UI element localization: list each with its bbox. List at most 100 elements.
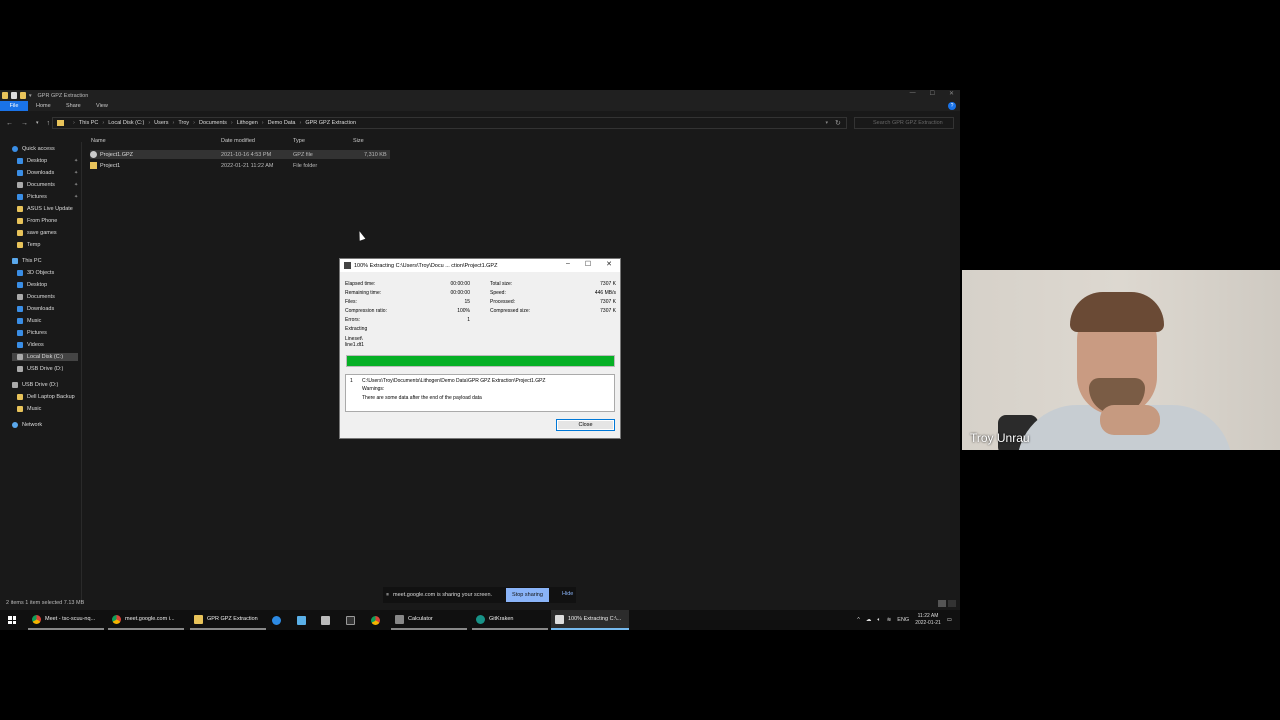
nav-pc-videos[interactable]: Videos	[17, 342, 44, 348]
nav-desktop[interactable]: Desktop	[17, 158, 47, 164]
participant-name: Troy Unrau	[970, 431, 1030, 445]
nav-temp[interactable]: Temp	[17, 242, 40, 248]
navigation-pane: Quick access Desktop ✦ Downloads ✦ Docum…	[0, 142, 82, 600]
nav-pictures[interactable]: Pictures	[17, 194, 47, 200]
close-button[interactable]: Close	[556, 419, 615, 431]
nav-documents[interactable]: Documents	[17, 182, 55, 188]
nav-usb-drive-root[interactable]: USB Drive (D:)	[12, 382, 58, 388]
nav-pc-documents[interactable]: Documents	[17, 294, 55, 300]
nav-usb-music[interactable]: Music	[17, 406, 41, 412]
recent-chevron-icon[interactable]: ▾	[36, 120, 39, 127]
clock[interactable]: 11:22 AM 2022-01-21	[915, 613, 941, 627]
column-header-name[interactable]: Name	[91, 138, 106, 144]
compression-ratio-label: Compression ratio:	[345, 308, 387, 314]
usb-drive-icon	[12, 382, 18, 388]
forward-arrow-icon[interactable]: →	[21, 120, 28, 127]
column-header-type[interactable]: Type	[293, 138, 305, 144]
refresh-icon[interactable]: ↻	[835, 119, 841, 127]
taskbar-explorer[interactable]: GPR GPZ Extraction	[190, 610, 266, 630]
nav-downloads[interactable]: Downloads	[17, 170, 54, 176]
breadcrumb-local-disk[interactable]: Local Disk (C:)	[104, 120, 148, 126]
help-icon[interactable]: ?	[948, 102, 956, 110]
nav-asus-live-update[interactable]: ASUS Live Update	[17, 206, 73, 212]
language-indicator[interactable]: ENG	[897, 617, 909, 623]
tab-view[interactable]: View	[96, 103, 118, 109]
nav-usb-drive[interactable]: USB Drive (D:)	[17, 366, 63, 372]
taskbar-7zip[interactable]: 100% Extracting C:\...	[551, 610, 629, 630]
nav-pc-music[interactable]: Music	[17, 318, 41, 324]
address-dropdown-icon[interactable]: ▾	[825, 120, 828, 126]
breadcrumb-troy[interactable]: Troy	[174, 120, 193, 126]
breadcrumb-documents[interactable]: Documents	[195, 120, 231, 126]
chevron-up-icon[interactable]: ^	[857, 617, 860, 623]
volume-icon[interactable]: 🔈︎	[877, 617, 880, 624]
nav-this-pc[interactable]: This PC	[12, 258, 42, 264]
taskbar-terminal[interactable]	[346, 610, 359, 630]
maximize-icon[interactable]: ☐	[930, 90, 935, 97]
calculator-icon	[395, 614, 404, 624]
messages-list[interactable]: 1 C:\Users\Troy\Documents\Lithogen\Demo …	[345, 374, 615, 412]
close-icon[interactable]: ✕	[606, 260, 612, 268]
back-arrow-icon[interactable]: ←	[6, 120, 13, 127]
network-tray-icon[interactable]: ☁	[866, 617, 872, 623]
breadcrumb-this-pc[interactable]: This PC	[75, 120, 103, 126]
tab-file[interactable]: File	[0, 101, 28, 111]
nav-save-games[interactable]: save games	[17, 230, 57, 236]
chevron-down-icon[interactable]: ▾	[29, 93, 32, 99]
minimize-icon[interactable]: —	[910, 90, 916, 97]
address-field[interactable]: › This PC › Local Disk (C:) › Users › Troy ›…	[52, 117, 847, 129]
chrome-icon	[112, 614, 121, 624]
minimize-icon[interactable]: –	[566, 260, 570, 268]
taskbar-app[interactable]	[321, 610, 334, 630]
search-input[interactable]: Search GPR GPZ Extraction	[854, 117, 954, 129]
dialog-titlebar: 100% Extracting C:\Users\Troy\Docu ... c…	[340, 259, 620, 272]
nav-pc-desktop[interactable]: Desktop	[17, 282, 47, 288]
breadcrumb-lithogen[interactable]: Lithogen	[233, 120, 262, 126]
column-header-size[interactable]: Size	[353, 138, 364, 144]
properties-icon[interactable]	[11, 92, 17, 99]
up-arrow-icon[interactable]: ↑	[47, 120, 51, 127]
pin-icon: ✦	[74, 182, 79, 188]
7zip-icon	[344, 262, 351, 269]
column-header-date[interactable]: Date modified	[221, 138, 255, 144]
wifi-icon[interactable]: ≋	[887, 617, 892, 623]
address-bar-row: ← → ▾ ↑ › This PC › Local Disk (C:) › User…	[0, 117, 960, 129]
tab-share[interactable]: Share	[66, 103, 88, 109]
breadcrumb-demo-data[interactable]: Demo Data	[264, 120, 300, 126]
extraction-dialog: 100% Extracting C:\Users\Troy\Docu ... c…	[339, 258, 621, 439]
file-row[interactable]: Project1.GPZ 2021-10-16 4:53 PM GPZ file…	[90, 150, 390, 159]
folder-icon[interactable]	[2, 92, 8, 99]
disk-icon	[17, 354, 23, 360]
taskbar-calculator[interactable]: Calculator	[391, 610, 467, 630]
taskbar-gitkraken[interactable]: GitKraken	[472, 610, 548, 630]
taskbar-steam[interactable]	[297, 610, 310, 630]
new-folder-icon[interactable]	[20, 92, 26, 99]
notifications-icon[interactable]: ▭	[947, 617, 952, 623]
taskbar-chrome[interactable]	[371, 610, 384, 630]
nav-local-disk[interactable]: Local Disk (C:)	[12, 353, 78, 361]
nav-quick-access[interactable]: Quick access	[12, 146, 55, 152]
close-icon[interactable]: ✕	[949, 90, 954, 97]
nav-pc-downloads[interactable]: Downloads	[17, 306, 54, 312]
nav-network[interactable]: Network	[12, 422, 42, 428]
tab-home[interactable]: Home	[36, 103, 58, 109]
nav-dell-laptop-backup[interactable]: Dell Laptop Backup	[17, 394, 75, 400]
windows-start-icon[interactable]	[8, 616, 16, 624]
taskbar-edge[interactable]	[272, 610, 285, 630]
progress-bar	[346, 355, 615, 367]
breadcrumb-users[interactable]: Users	[150, 120, 172, 126]
file-row[interactable]: Project1 2022-01-21 11:22 AM File folder	[90, 161, 390, 170]
large-icons-view-icon[interactable]	[948, 600, 956, 607]
taskbar-meet-sharing[interactable]: meet.google.com i...	[108, 610, 184, 630]
maximize-icon[interactable]: ☐	[585, 260, 591, 268]
stop-sharing-button[interactable]: Stop sharing	[506, 588, 549, 602]
nav-from-phone[interactable]: From Phone	[17, 218, 57, 224]
hide-button[interactable]: Hide	[562, 591, 573, 597]
details-view-icon[interactable]	[938, 600, 946, 607]
breadcrumb-gpr-gpz-extraction[interactable]: GPR GPZ Extraction	[301, 120, 360, 126]
pc-icon	[12, 258, 18, 264]
taskbar-meet-chrome[interactable]: Meet - tsc-scuu-nq...	[28, 610, 104, 630]
nav-3d-objects[interactable]: 3D Objects	[17, 270, 54, 276]
errors-label: Errors:	[345, 317, 360, 323]
nav-pc-pictures[interactable]: Pictures	[17, 330, 47, 336]
